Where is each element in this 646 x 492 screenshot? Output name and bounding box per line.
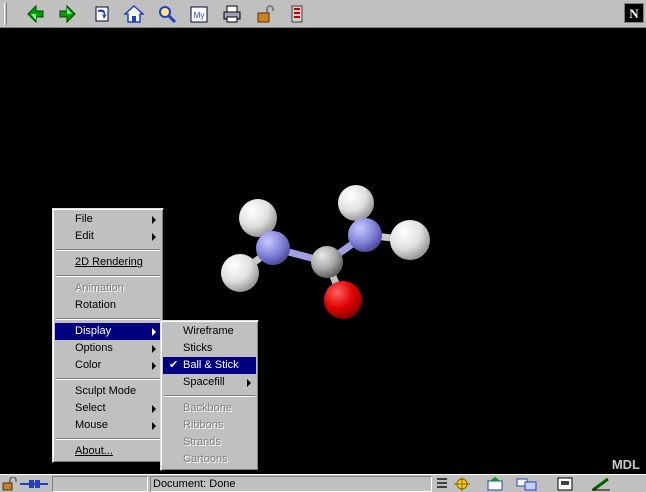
check-mark-icon: ✔ <box>169 359 179 371</box>
menu-item-ribbons: Ribbons <box>183 419 224 431</box>
menu-separator <box>55 271 161 280</box>
status-bar: Document: Done <box>0 474 646 492</box>
menu-item-color[interactable]: Color <box>55 357 161 374</box>
submenu-arrow-icon <box>152 328 156 336</box>
menu-item-backbone: Backbone <box>183 402 232 414</box>
menu-item-wireframe[interactable]: Wireframe <box>163 323 256 340</box>
submenu-arrow-icon <box>152 216 156 224</box>
status-text: Document: Done <box>150 476 432 492</box>
mail-icon[interactable] <box>486 477 506 491</box>
atom-hydrogen[interactable] <box>338 185 374 221</box>
discussions-icon[interactable] <box>516 477 538 491</box>
atom-oxygen[interactable] <box>324 281 362 319</box>
menu-item-ball-and-stick[interactable]: ✔ Ball & Stick <box>163 357 256 374</box>
atom-nitrogen[interactable] <box>256 231 290 265</box>
menu-item-animation: Animation <box>75 282 124 294</box>
menu-separator <box>55 314 161 323</box>
home-icon[interactable] <box>122 3 146 25</box>
context-menu: File Edit 2D Rendering Animation Rotatio… <box>52 208 164 463</box>
menu-item-select[interactable]: Select <box>55 400 161 417</box>
menu-item-sculpt-mode[interactable]: Sculpt Mode <box>55 383 161 400</box>
print-icon[interactable] <box>220 3 244 25</box>
menu-separator <box>55 245 161 254</box>
menu-item-display[interactable]: Display <box>55 323 161 340</box>
toolbar-grip[interactable] <box>4 3 7 25</box>
svg-text:My: My <box>194 11 205 20</box>
menu-item-2d-rendering[interactable]: 2D Rendering <box>55 254 161 271</box>
atom-nitrogen[interactable] <box>348 218 382 252</box>
netscape-logo: N <box>624 3 644 23</box>
search-icon[interactable] <box>155 3 179 25</box>
my-netscape-icon[interactable]: My <box>187 3 211 25</box>
submenu-arrow-icon <box>152 233 156 241</box>
menu-separator <box>163 391 256 400</box>
submenu-arrow-icon <box>152 345 156 353</box>
menu-separator <box>55 374 161 383</box>
progress-bar <box>52 476 148 492</box>
connection-icon <box>20 477 48 491</box>
atom-hydrogen[interactable] <box>221 254 259 292</box>
menu-item-strands: Strands <box>183 436 221 448</box>
back-icon[interactable] <box>24 3 48 25</box>
submenu-arrow-icon <box>152 362 156 370</box>
navigation-toolbar: My N <box>0 0 646 28</box>
menu-item-about[interactable]: About... <box>55 443 161 460</box>
menu-item-options[interactable]: Options <box>55 340 161 357</box>
mdl-watermark: MDL <box>611 457 640 472</box>
menu-item-spacefill[interactable]: Spacefill <box>163 374 256 391</box>
security-icon[interactable] <box>253 3 277 25</box>
submenu-arrow-icon <box>247 379 251 387</box>
composer-icon[interactable] <box>590 477 612 491</box>
menu-item-edit[interactable]: Edit <box>55 228 161 245</box>
atom-carbon[interactable] <box>311 246 343 278</box>
component-bar-grip-icon[interactable] <box>436 477 448 491</box>
svg-text:N: N <box>629 6 639 21</box>
menu-item-cartoons: Cartoons <box>183 453 228 465</box>
security-lock-icon[interactable] <box>2 477 18 491</box>
submenu-arrow-icon <box>152 405 156 413</box>
stop-icon[interactable] <box>285 3 309 25</box>
display-submenu: Wireframe Sticks ✔ Ball & Stick Spacefill… <box>160 320 259 471</box>
address-book-icon[interactable] <box>556 477 576 491</box>
navigator-icon[interactable] <box>452 477 472 491</box>
forward-icon[interactable] <box>55 3 79 25</box>
menu-item-mouse[interactable]: Mouse <box>55 417 161 434</box>
reload-icon[interactable] <box>90 3 114 25</box>
menu-separator <box>55 434 161 443</box>
menu-item-file[interactable]: File <box>55 211 161 228</box>
atom-hydrogen[interactable] <box>390 220 430 260</box>
menu-item-sticks[interactable]: Sticks <box>163 340 256 357</box>
submenu-arrow-icon <box>152 422 156 430</box>
menu-item-rotation[interactable]: Rotation <box>55 297 161 314</box>
